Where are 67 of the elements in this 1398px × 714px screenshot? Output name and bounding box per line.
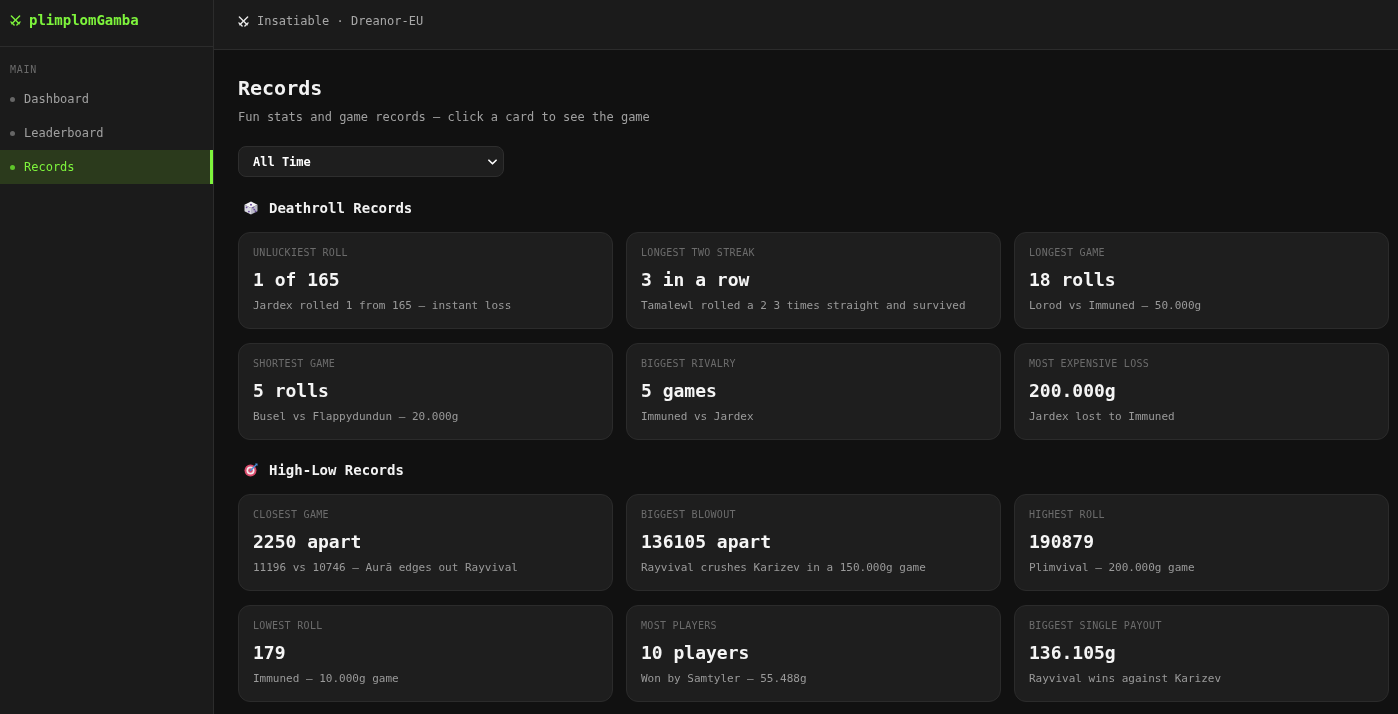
record-value: 5 rolls (253, 380, 330, 402)
record-value: 200.000g (1029, 380, 1117, 402)
record-label: HIGHEST ROLL (1029, 509, 1106, 521)
page-title: Records (238, 76, 324, 100)
crossed-swords-icon (238, 16, 249, 27)
record-card[interactable]: CLOSEST GAME 2250 apart 11196 vs 10746 — Aurā edges out Rayvival (238, 494, 613, 591)
record-card[interactable]: MOST EXPENSIVE LOSS 200.000g Jardex lost to Immuned (1014, 343, 1389, 440)
record-detail: Tamalewl rolled a 2 3 times straight and survived (641, 299, 967, 313)
dot-icon (10, 130, 15, 136)
record-detail: Busel vs Flappydundun — 20.000g (253, 410, 460, 424)
character-realm: Insatiable · Dreanor-EU (257, 13, 424, 29)
section-heading: Deathroll Records (269, 199, 413, 218)
record-label: UNLUCKIEST ROLL (253, 247, 349, 259)
record-detail: Rayvival wins against Karizev (1029, 672, 1223, 686)
nav-item[interactable]: Leaderboard (0, 116, 213, 150)
record-card[interactable]: UNLUCKIEST ROLL 1 of 165 Jardex rolled 1 from 165 — instant loss (238, 232, 613, 329)
record-value: 136105 apart (641, 531, 773, 553)
record-value: 179 (253, 642, 287, 664)
app-logo: plimplomGamba (29, 12, 139, 29)
record-card[interactable]: BIGGEST RIVALRY 5 games Immuned vs Jardex (626, 343, 1001, 440)
crossed-swords-icon (10, 15, 21, 26)
record-detail: Jardex lost to Immuned (1029, 410, 1176, 424)
record-card[interactable]: LONGEST TWO STREAK 3 in a row Tamalewl rolled a 2 3 times straight and survived (626, 232, 1001, 329)
record-value: 190879 (1029, 531, 1096, 553)
dot-icon (10, 96, 15, 102)
nav-item[interactable]: Dashboard (0, 82, 213, 116)
section-heading: High-Low Records (269, 461, 404, 480)
record-detail: Lorod vs Immuned — 50.000g (1029, 299, 1203, 313)
record-value: 10 players (641, 642, 751, 664)
target-icon (244, 463, 258, 477)
record-label: BIGGEST RIVALRY (641, 358, 737, 370)
nav-item[interactable]: Records (0, 150, 213, 184)
record-label: LONGEST GAME (1029, 247, 1106, 259)
record-detail: Rayvival crushes Karizev in a 150.000g game (641, 561, 927, 575)
dice-icon (244, 201, 258, 215)
record-detail: Won by Samtyler — 55.488g (641, 672, 808, 686)
record-label: LOWEST ROLL (253, 620, 324, 632)
record-label: BIGGEST SINGLE PAYOUT (1029, 620, 1163, 632)
record-card[interactable]: HIGHEST ROLL 190879 Plimvival — 200.000g game (1014, 494, 1389, 591)
dot-icon (10, 164, 15, 170)
time-filter-dropdown[interactable]: All Time (238, 146, 504, 177)
record-card[interactable]: BIGGEST SINGLE PAYOUT 136.105g Rayvival wins against Karizev (1014, 605, 1389, 702)
record-card[interactable]: MOST PLAYERS 10 players Won by Samtyler — 55.488g (626, 605, 1001, 702)
page-subtitle: Fun stats and game records — click a card to see the game (238, 109, 651, 125)
record-card[interactable]: SHORTEST GAME 5 rolls Busel vs Flappydundun — 20.000g (238, 343, 613, 440)
record-value: 3 in a row (641, 269, 751, 291)
record-label: MOST EXPENSIVE LOSS (1029, 358, 1151, 370)
record-detail: Immuned — 10.000g game (253, 672, 400, 686)
record-detail: Jardex rolled 1 from 165 — instant loss (253, 299, 513, 313)
record-label: LONGEST TWO STREAK (641, 247, 756, 259)
chevron-down-icon (488, 158, 497, 165)
record-label: SHORTEST GAME (253, 358, 337, 370)
record-detail: 11196 vs 10746 — Aurā edges out Rayvival (253, 561, 519, 575)
record-label: BIGGEST BLOWOUT (641, 509, 737, 521)
record-value: 5 games (641, 380, 718, 402)
record-value: 1 of 165 (253, 269, 341, 291)
record-label: MOST PLAYERS (641, 620, 718, 632)
record-value: 18 rolls (1029, 269, 1117, 291)
record-detail: Immuned vs Jardex (641, 410, 755, 424)
record-card[interactable]: LONGEST GAME 18 rolls Lorod vs Immuned — 50.000g (1014, 232, 1389, 329)
record-label: CLOSEST GAME (253, 509, 330, 521)
record-value: 2250 apart (253, 531, 363, 553)
record-card[interactable]: LOWEST ROLL 179 Immuned — 10.000g game (238, 605, 613, 702)
record-detail: Plimvival — 200.000g game (1029, 561, 1196, 575)
nav-section-label: MAIN (9, 64, 38, 76)
record-card[interactable]: BIGGEST BLOWOUT 136105 apart Rayvival crushes Karizev in a 150.000g game (626, 494, 1001, 591)
record-value: 136.105g (1029, 642, 1117, 664)
